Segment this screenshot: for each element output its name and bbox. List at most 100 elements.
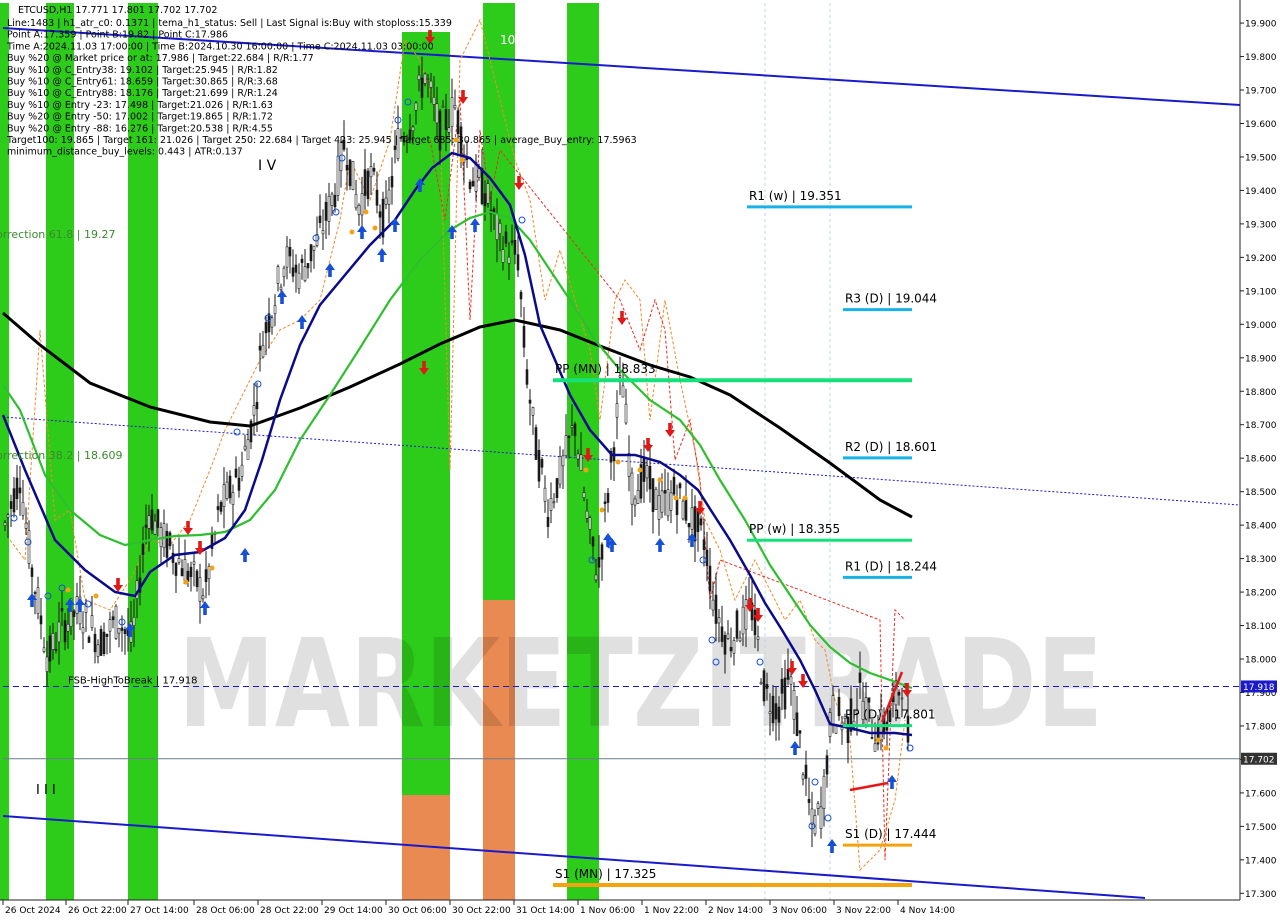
candle-body bbox=[420, 77, 424, 98]
candle-body bbox=[597, 557, 601, 568]
candle-body bbox=[501, 249, 505, 263]
time-tick-label: 1 Nov 22:00 bbox=[644, 906, 699, 916]
candle-body bbox=[102, 631, 106, 654]
candle-body bbox=[165, 530, 169, 558]
candle-body bbox=[411, 126, 415, 132]
candle-body bbox=[741, 606, 745, 635]
price-tick-label: 17.800 bbox=[1245, 722, 1277, 732]
candle-body bbox=[279, 286, 283, 290]
wave-marker-low: I I I bbox=[36, 783, 56, 798]
candle-body bbox=[36, 587, 40, 615]
candle-body bbox=[699, 518, 703, 526]
signal-dot-icon bbox=[682, 495, 688, 501]
candle-body bbox=[627, 453, 631, 477]
candle-body bbox=[570, 425, 574, 428]
candle-body bbox=[531, 407, 535, 416]
candle-body bbox=[27, 530, 31, 564]
price-tick-label: 19.000 bbox=[1245, 321, 1277, 331]
candle-body bbox=[81, 627, 85, 634]
candle-body bbox=[309, 244, 313, 262]
candle-body bbox=[432, 97, 436, 105]
candle-body bbox=[525, 369, 529, 385]
candle-body bbox=[15, 477, 19, 500]
candle-body bbox=[204, 569, 208, 583]
candle-body bbox=[810, 808, 814, 825]
level-label: PP (MN) | 18.833 bbox=[555, 362, 656, 376]
time-tick-label: 31 Oct 14:00 bbox=[516, 906, 575, 916]
candle-body bbox=[111, 616, 115, 621]
price-tick-label: 17.600 bbox=[1245, 789, 1277, 799]
candle-body bbox=[822, 775, 826, 809]
signal-zone bbox=[483, 3, 515, 600]
signal-dot-icon bbox=[93, 593, 99, 599]
level-label: S1 (MN) | 17.325 bbox=[555, 867, 656, 881]
time-tick-label: 4 Nov 14:00 bbox=[900, 906, 955, 916]
signal-dot-icon bbox=[209, 565, 215, 571]
candle-body bbox=[336, 155, 340, 196]
candle-body bbox=[225, 481, 229, 499]
signal-dot-icon bbox=[673, 495, 679, 501]
candle-body bbox=[507, 256, 511, 264]
price-tick-label: 18.600 bbox=[1245, 455, 1277, 465]
candle-body bbox=[93, 633, 97, 653]
candle-body bbox=[288, 246, 292, 257]
candle-body bbox=[39, 615, 43, 625]
candle-body bbox=[426, 78, 430, 80]
candle-body bbox=[678, 483, 682, 489]
candle-body bbox=[258, 345, 262, 351]
candle-body bbox=[21, 501, 25, 516]
candle-body bbox=[234, 468, 238, 478]
candle-body bbox=[777, 706, 781, 723]
candle-body bbox=[528, 399, 532, 404]
info-line: Buy %10 @ C_Entry61: 18.659 | Target:30.… bbox=[7, 77, 278, 88]
candle-body bbox=[753, 609, 757, 636]
candle-body bbox=[816, 803, 820, 809]
candle-body bbox=[192, 561, 196, 565]
candle-body bbox=[636, 490, 640, 504]
candle-body bbox=[297, 272, 301, 290]
candle-body bbox=[657, 495, 661, 520]
candle-body bbox=[858, 672, 862, 683]
candle-body bbox=[873, 743, 877, 752]
signal-dot-icon bbox=[637, 467, 643, 473]
candle-body bbox=[693, 506, 697, 542]
candle-body bbox=[123, 629, 127, 635]
candle-body bbox=[561, 455, 565, 467]
candle-body bbox=[474, 162, 478, 192]
time-tick-label: 28 Oct 22:00 bbox=[260, 906, 319, 916]
candle-body bbox=[672, 476, 676, 495]
candle-body bbox=[447, 127, 451, 133]
candle-body bbox=[684, 496, 688, 521]
side-label: FSB-HighToBreak | 17.918 bbox=[68, 675, 197, 686]
candle-body bbox=[429, 80, 433, 88]
info-line: Buy %20 @ Entry -50: 17.002 | Target:19.… bbox=[7, 112, 273, 123]
candle-body bbox=[696, 510, 700, 532]
info-line: Buy %20 @ Entry -88: 16.276 | Target:20.… bbox=[7, 123, 273, 134]
candle-body bbox=[564, 435, 568, 457]
candle-body bbox=[231, 492, 235, 505]
candle-body bbox=[615, 403, 619, 418]
level-label: S1 (D) | 17.444 bbox=[845, 827, 936, 841]
candle-body bbox=[789, 676, 793, 685]
chart-canvas: 100 MARKETZITRADE R1 (w) | 19.351 R3 (D) … bbox=[0, 0, 1280, 920]
candle-body bbox=[588, 517, 592, 530]
candle-body bbox=[45, 656, 49, 672]
candle-body bbox=[417, 74, 421, 81]
candle-body bbox=[282, 267, 286, 278]
candle-body bbox=[345, 164, 349, 171]
candle-body bbox=[246, 439, 250, 460]
price-tick-label: 19.400 bbox=[1245, 187, 1277, 197]
candle-body bbox=[546, 516, 550, 527]
candle-body bbox=[444, 109, 448, 130]
candle-body bbox=[369, 166, 373, 178]
candle-body bbox=[786, 668, 790, 680]
candle-body bbox=[669, 492, 673, 511]
signal-dot-icon bbox=[459, 157, 465, 163]
candle-body bbox=[384, 197, 388, 205]
candle-body bbox=[771, 695, 775, 724]
candle-body bbox=[522, 326, 526, 348]
candle-body bbox=[261, 345, 265, 358]
candle-body bbox=[3, 522, 7, 526]
candle-body bbox=[483, 193, 487, 207]
candle-body bbox=[285, 246, 289, 268]
